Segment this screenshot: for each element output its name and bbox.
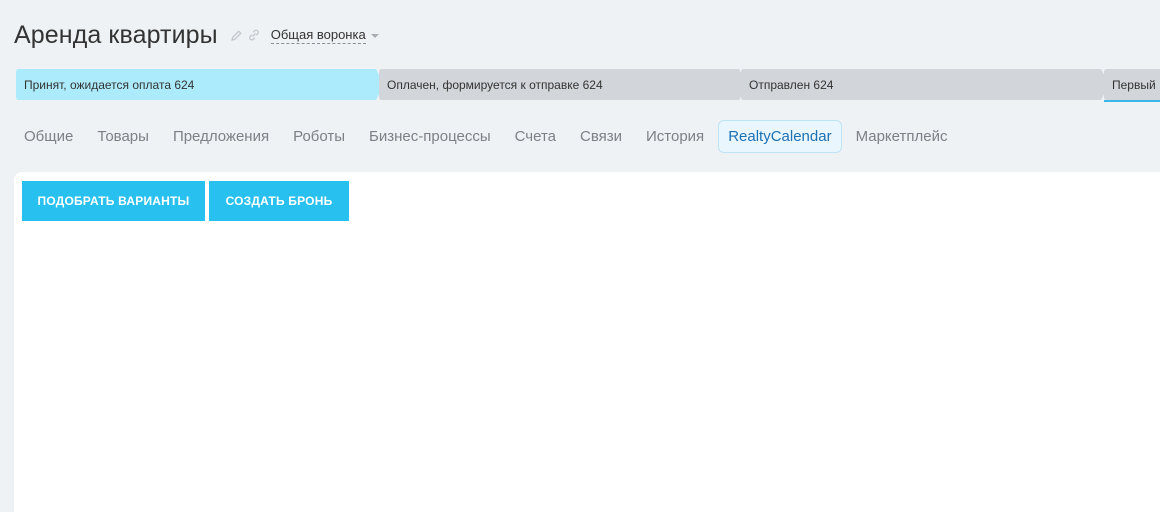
create-booking-button[interactable]: СОЗДАТЬ БРОНЬ [209, 181, 349, 221]
funnel-selector[interactable]: Общая воронка [270, 26, 379, 44]
tab-5[interactable]: Бизнес-процессы [359, 121, 501, 152]
stage-label: Первый [1112, 78, 1156, 92]
stage-bar: Принят, ожидается оплата 624 Оплачен, фор… [16, 69, 1160, 102]
realtycalendar-panel: ПОДОБРАТЬ ВАРИАНТЫ СОЗДАТЬ БРОНЬ [14, 172, 1160, 512]
tab-3[interactable]: Предложения [163, 121, 279, 152]
stage-label: Отправлен 624 [749, 78, 834, 92]
title-actions [230, 28, 261, 42]
stage-3[interactable]: Отправлен 624 [741, 69, 1113, 100]
tab-8[interactable]: История [636, 121, 714, 152]
tab-4[interactable]: Роботы [283, 121, 355, 152]
tab-1[interactable]: Общие [14, 121, 83, 152]
tab-7[interactable]: Связи [570, 121, 632, 152]
tab-6[interactable]: Счета [505, 121, 566, 152]
deal-header: Аренда квартиры Общая воронка [14, 18, 379, 52]
tab-bar: Общие Товары Предложения Роботы Бизнес-проце… [14, 120, 961, 153]
tab-10[interactable]: Маркетплейс [846, 121, 958, 152]
tab-9[interactable]: RealtyCalendar [718, 120, 842, 153]
pick-options-button[interactable]: ПОДОБРАТЬ ВАРИАНТЫ [22, 181, 205, 221]
stage-underline [1104, 100, 1160, 102]
stage-label: Принят, ожидается оплата 624 [24, 78, 195, 92]
tab-2[interactable]: Товары [87, 121, 159, 152]
link-icon[interactable] [247, 28, 261, 42]
page-title: Аренда квартиры [14, 20, 218, 49]
stage-4[interactable]: Первый [1104, 69, 1160, 102]
chevron-down-icon [370, 34, 379, 38]
stage-2[interactable]: Оплачен, формируется к отправке 624 [379, 69, 751, 100]
funnel-label: Общая воронка [270, 26, 366, 44]
stage-label: Оплачен, формируется к отправке 624 [387, 78, 603, 92]
pencil-icon[interactable] [230, 29, 243, 42]
stage-1[interactable]: Принят, ожидается оплата 624 [16, 69, 388, 100]
